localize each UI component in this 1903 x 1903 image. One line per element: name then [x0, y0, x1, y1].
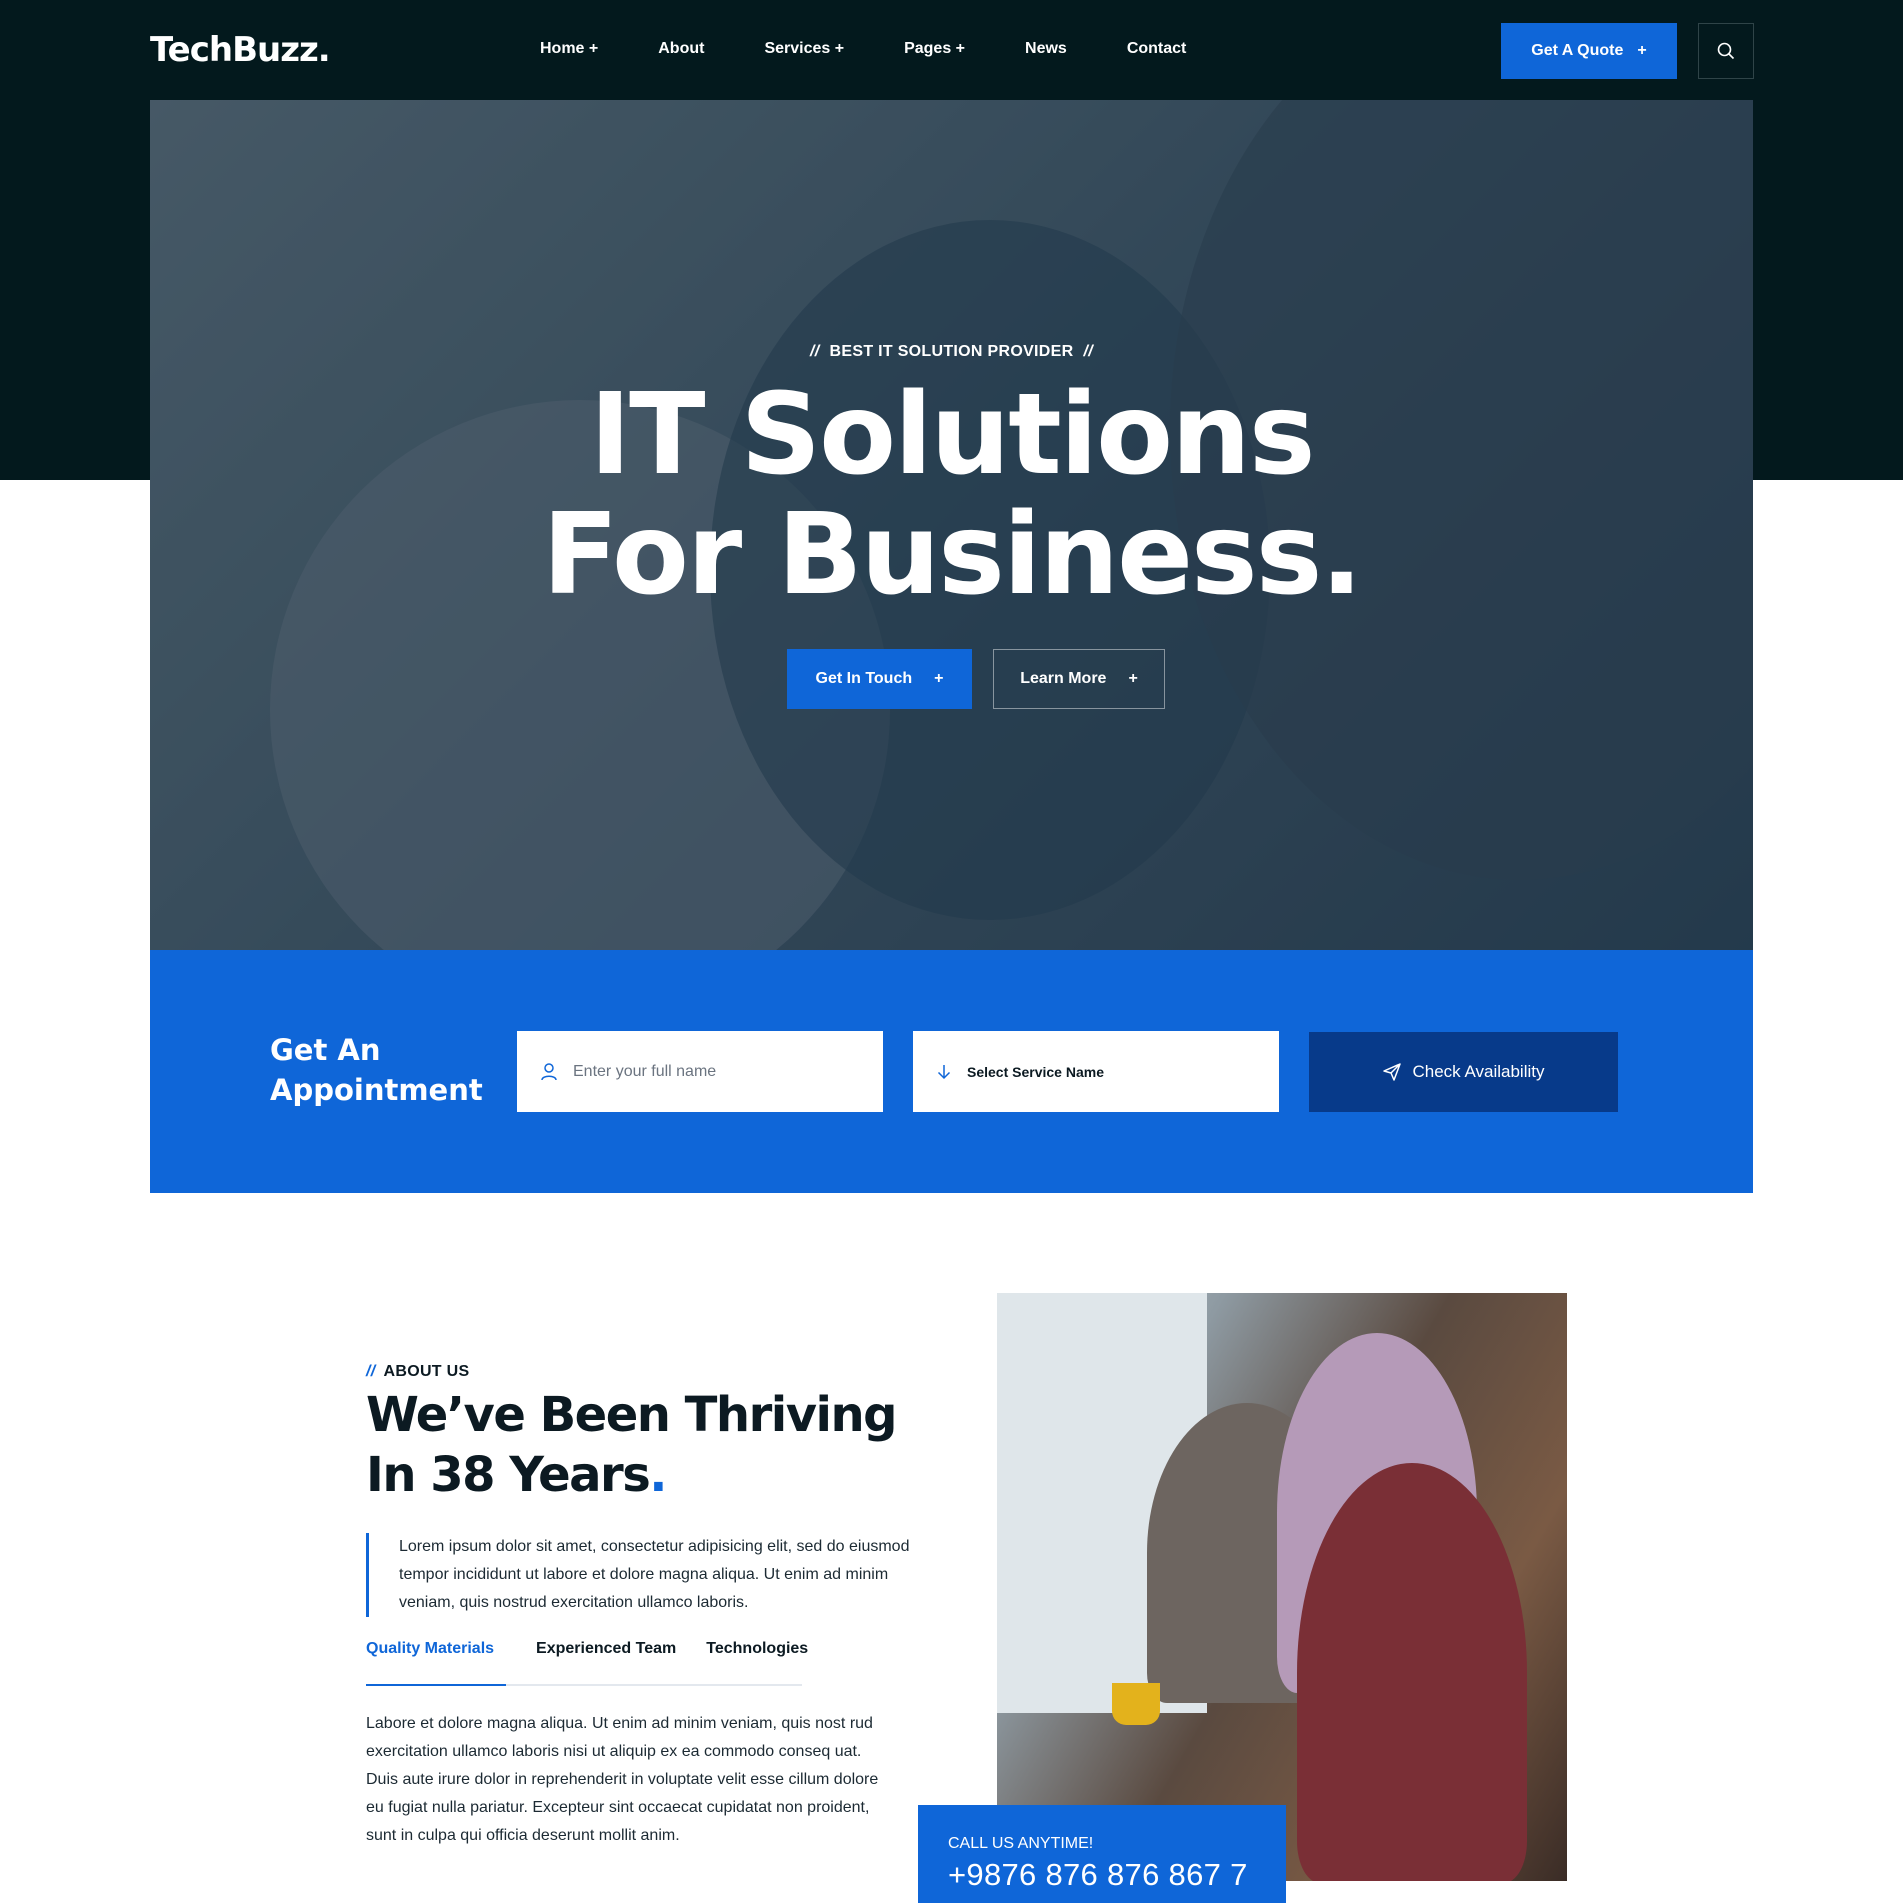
photo-person-shape [1297, 1463, 1527, 1881]
get-in-touch-label: Get In Touch [815, 670, 913, 687]
kicker-slash: // [366, 1363, 376, 1380]
arrow-down-icon [937, 1064, 951, 1079]
name-field[interactable] [517, 1031, 883, 1112]
check-availability-label: Check Availability [1412, 1062, 1545, 1081]
hero-title: IT Solutions For Business. [150, 375, 1753, 615]
tab-quality-materials[interactable]: Quality Materials [366, 1640, 507, 1686]
service-select-label: Select Service Name [967, 1063, 1104, 1080]
nav-item-contact[interactable]: Contact [1127, 40, 1187, 58]
search-button[interactable] [1698, 23, 1754, 79]
hero-kicker: // BEST IT SOLUTION PROVIDER // [150, 343, 1753, 361]
tab-experienced-team[interactable]: Experienced Team [536, 1640, 676, 1684]
user-icon [541, 1062, 557, 1080]
call-us-box: CALL US ANYTIME! +9876 876 876 867 7 [918, 1805, 1286, 1903]
nav-item-services[interactable]: Services + [764, 40, 844, 58]
check-availability-button[interactable]: Check Availability [1309, 1032, 1618, 1112]
team-photo [997, 1293, 1567, 1881]
hero-title-line1: IT Solutions [589, 370, 1315, 500]
kicker-slash: // [1083, 343, 1093, 360]
about-title: We’ve Been Thriving In 38 Years. [366, 1385, 926, 1505]
kicker-slash: // [810, 343, 820, 360]
plus-icon: + [1637, 42, 1647, 59]
nav-item-about[interactable]: About [658, 40, 704, 58]
send-icon [1382, 1063, 1401, 1081]
about-title-dot: . [649, 1447, 667, 1503]
about-kicker: // ABOUT US [366, 1363, 469, 1381]
hero-kicker-text: BEST IT SOLUTION PROVIDER [829, 343, 1074, 360]
get-a-quote-button[interactable]: Get A Quote + [1501, 23, 1677, 79]
nav-item-news[interactable]: News [1025, 40, 1067, 58]
nav-item-pages[interactable]: Pages + [904, 40, 965, 58]
appointment-title-line1: Get An [270, 1033, 381, 1067]
about-tabs: Quality Materials Experienced Team Techn… [366, 1640, 808, 1686]
hero-section: // BEST IT SOLUTION PROVIDER // IT Solutio… [150, 100, 1753, 950]
site-logo[interactable]: TechBuzz. [150, 30, 331, 70]
main-nav: Home + About Services + Pages + News Con… [540, 40, 1246, 58]
appointment-title: Get An Appointment [270, 1030, 483, 1110]
get-in-touch-button[interactable]: Get In Touch + [787, 649, 972, 709]
nav-item-home[interactable]: Home + [540, 40, 598, 58]
service-select[interactable]: Select Service Name [913, 1031, 1279, 1112]
search-icon [1717, 42, 1735, 60]
learn-more-button[interactable]: Learn More + [993, 649, 1165, 709]
full-name-input[interactable] [573, 1062, 873, 1081]
appointment-section: Get An Appointment Select Service Name C… [150, 950, 1753, 1193]
call-us-label: CALL US ANYTIME! [948, 1835, 1094, 1852]
learn-more-label: Learn More [1020, 670, 1107, 687]
plus-icon: + [1128, 670, 1138, 687]
hero-title-line2: For Business. [542, 490, 1363, 620]
about-title-text: We’ve Been Thriving In 38 Years [366, 1387, 897, 1503]
get-a-quote-label: Get A Quote [1531, 42, 1624, 59]
tab-technologies[interactable]: Technologies [706, 1640, 808, 1684]
about-kicker-text: ABOUT US [383, 1363, 470, 1380]
tab-content: Labore et dolore magna aliqua. Ut enim a… [366, 1715, 879, 1844]
appointment-title-line2: Appointment [270, 1073, 483, 1107]
plus-icon: + [934, 670, 944, 687]
about-quote: Lorem ipsum dolor sit amet, consectetur … [366, 1533, 926, 1617]
photo-mug-shape [1112, 1683, 1160, 1725]
phone-number[interactable]: +9876 876 876 867 7 [948, 1857, 1256, 1893]
